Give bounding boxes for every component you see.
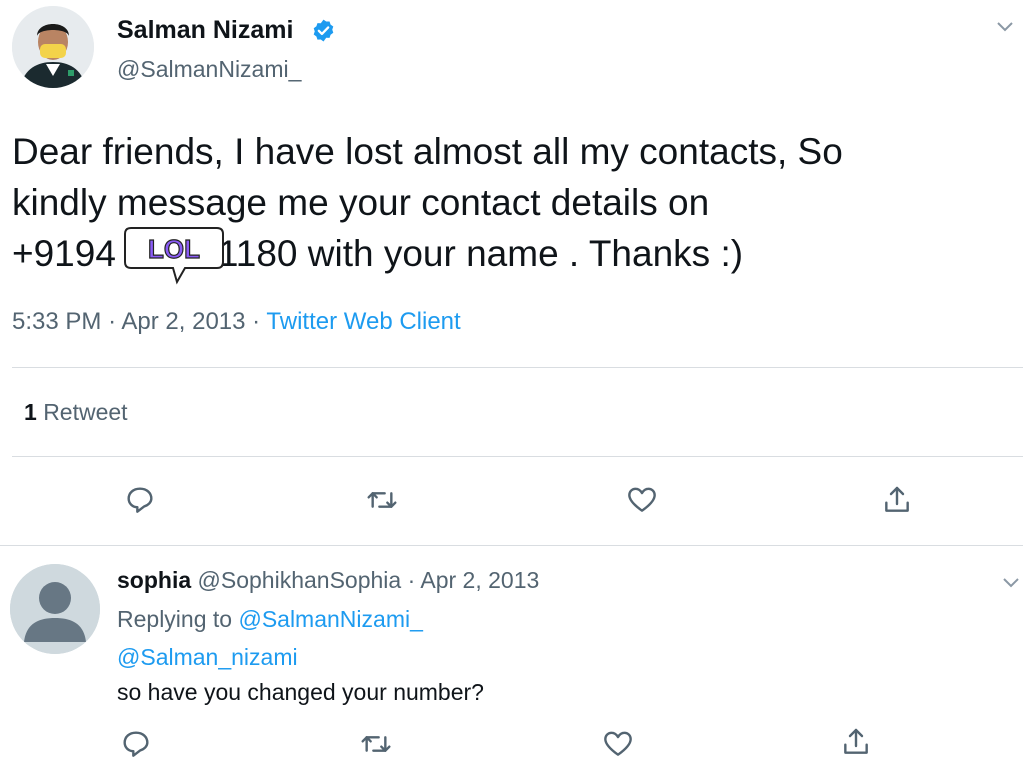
retweet-icon[interactable] [366,484,398,516]
meta-separator: · [407,567,416,593]
heart-icon[interactable] [626,484,658,516]
share-icon[interactable] [881,484,913,516]
reply-mention[interactable]: @Salman_nizami [117,644,298,671]
retweet-count: 1 [24,399,37,425]
reply-icon[interactable] [120,728,152,760]
author-avatar[interactable] [12,6,94,88]
share-icon[interactable] [840,726,872,758]
chevron-down-icon[interactable] [995,16,1015,36]
tweet-date[interactable]: Apr 2, 2013 [121,308,245,335]
lol-sticker-text: LOL [148,234,200,264]
divider [12,456,1023,457]
tweet-text-line: kindly message me your contact details o… [12,182,710,223]
reply-author-name[interactable]: sophia [117,567,191,593]
replying-to: Replying to @SalmanNizami_ [117,606,423,633]
reply-author-avatar[interactable] [10,564,100,654]
tweet-text-line: +9194 [12,233,116,274]
divider [12,367,1023,368]
meta-separator: · [108,308,117,335]
verified-badge-icon [311,18,336,43]
lol-sticker: LOL [123,222,225,286]
reply-date[interactable]: Apr 2, 2013 [420,567,539,593]
tweet-text-line: 1180 with your name . Thanks :) [217,233,744,274]
divider [0,545,1023,546]
reply-author-handle[interactable]: @SophikhanSophia [198,567,402,593]
tweet-meta: 5:33 PM · Apr 2, 2013 · Twitter Web Clie… [12,308,461,336]
replying-to-handle[interactable]: @SalmanNizami_ [238,606,422,632]
chevron-down-icon[interactable] [1001,572,1021,592]
tweet-time[interactable]: 5:33 PM [12,308,101,335]
author-name[interactable]: Salman Nizami [117,16,293,45]
reply-text: so have you changed your number? [117,679,484,705]
retweet-stats[interactable]: 1 Retweet [24,399,128,426]
reply-icon[interactable] [124,484,156,516]
tweet-text-line: Dear friends, I have lost almost all my … [12,131,843,172]
meta-separator: · [252,308,261,335]
heart-icon[interactable] [602,728,634,760]
replying-to-label: Replying to [117,606,233,632]
retweet-label: Retweet [43,399,128,425]
retweet-icon[interactable] [360,728,392,760]
tweet-client-link[interactable]: Twitter Web Client [266,308,460,335]
author-handle[interactable]: @SalmanNizami_ [117,56,301,83]
reply-header: sophia @SophikhanSophia · Apr 2, 2013 [117,567,539,594]
